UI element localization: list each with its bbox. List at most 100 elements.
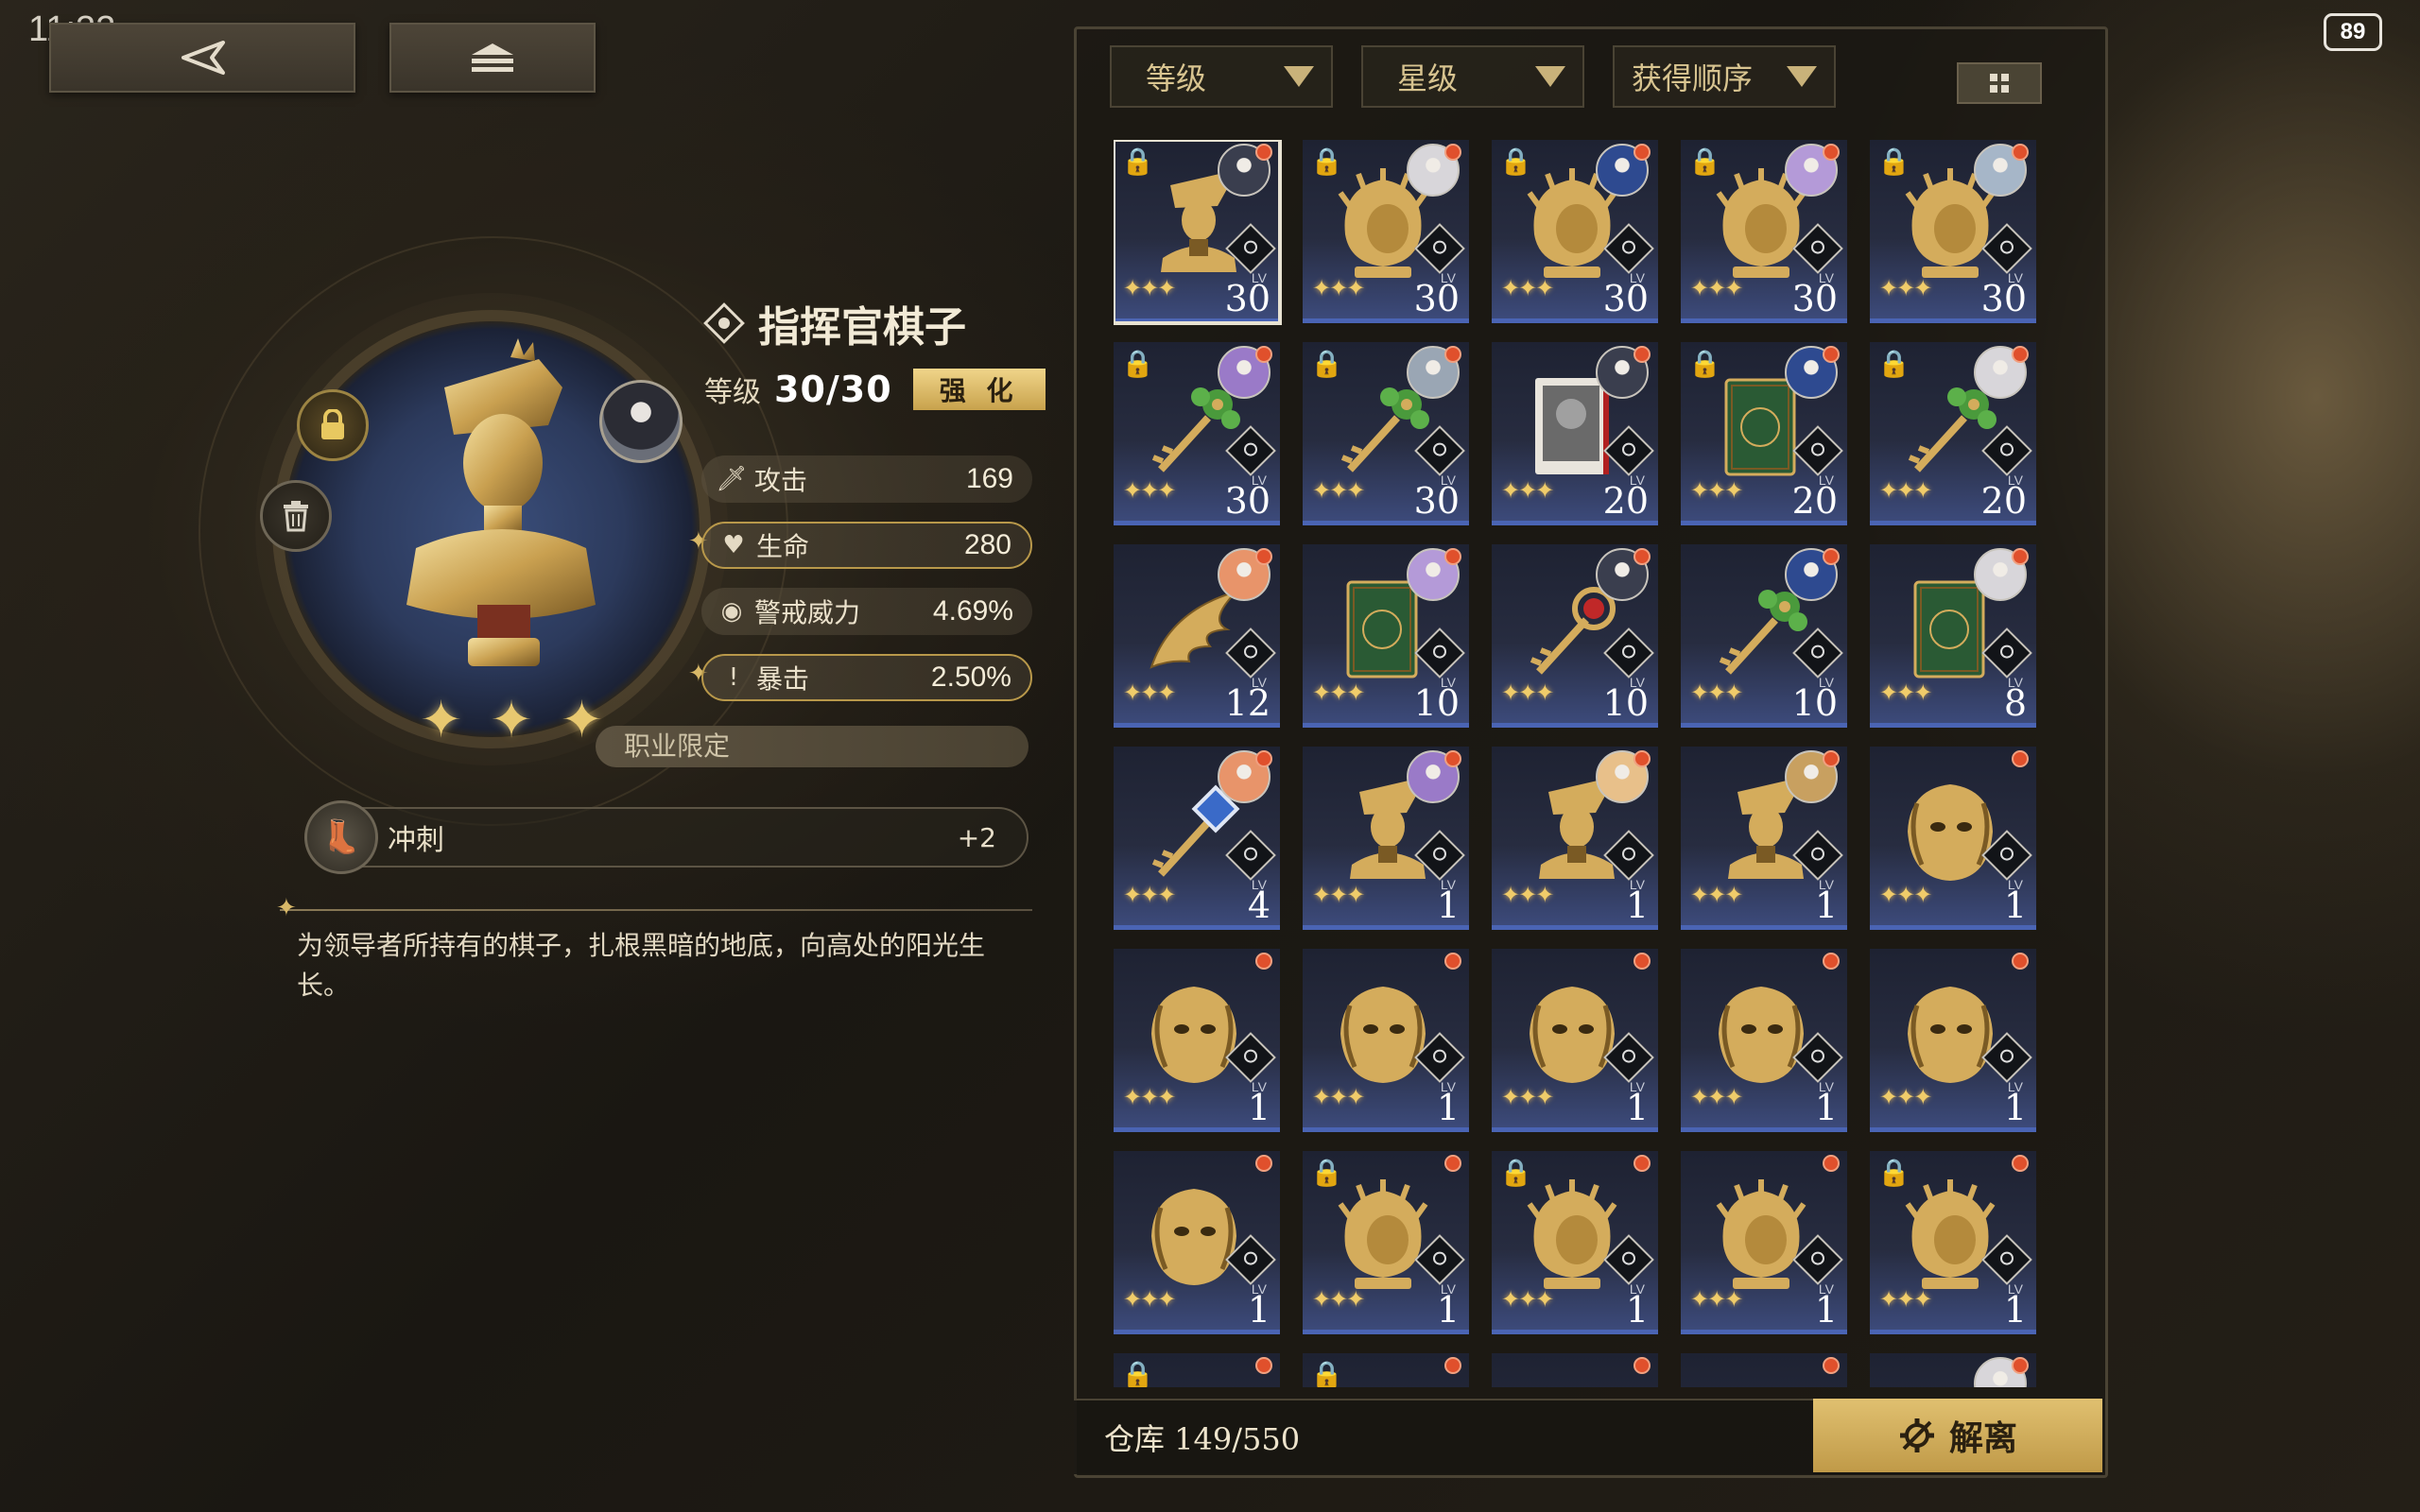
inventory-item-card[interactable] (1681, 1353, 1847, 1387)
lock-icon: 🔒 (1499, 1157, 1532, 1188)
inventory-item-card[interactable]: 🔒 LV ✦✦✦ 30 (1870, 140, 2036, 323)
inventory-item-card[interactable]: 🔒 LV ✦✦✦ 30 (1114, 342, 1280, 525)
item-level: 1 (1814, 1289, 1838, 1331)
inventory-item-card[interactable]: LV ✦✦✦ 1 (1492, 949, 1658, 1132)
star-rating: ✦✦✦ (1879, 477, 1932, 504)
item-description: 为领导者所持有的棋子，扎根黑暗的地底，向高处的阳光生长。 (297, 930, 986, 1001)
inventory-item-card[interactable]: 🔒 (1114, 1353, 1280, 1387)
star-rating: ✦✦✦ (1501, 882, 1554, 908)
inventory-item-card[interactable] (1492, 1353, 1658, 1387)
filter-order-dropdown[interactable]: 获得顺序 (1613, 45, 1836, 108)
inventory-item-card[interactable]: 🔒 LV ✦✦✦ 1 (1492, 1151, 1658, 1334)
item-level: 1 (1247, 1087, 1270, 1128)
filter-level-dropdown[interactable]: 等级 (1110, 45, 1333, 108)
star-rating: ✦✦✦ (1879, 1084, 1932, 1110)
new-indicator-dot (1444, 346, 1461, 363)
inventory-item-card[interactable] (1870, 1353, 2036, 1387)
inventory-item-card[interactable]: LV ✦✦✦ 10 (1681, 544, 1847, 728)
lock-toggle-button[interactable] (297, 389, 369, 461)
new-indicator-dot (1634, 1357, 1651, 1374)
inventory-item-card[interactable]: LV ✦✦✦ 1 (1114, 1151, 1280, 1334)
stat-label: 暴击 (756, 663, 810, 695)
inventory-item-card[interactable]: LV ✦✦✦ 20 (1492, 342, 1658, 525)
inventory-item-card[interactable]: LV ✦✦✦ 1 (1303, 747, 1469, 930)
new-indicator-dot (1634, 346, 1651, 363)
lock-icon: 🔒 (1310, 146, 1343, 177)
inventory-item-card[interactable]: LV ✦✦✦ 1 (1114, 949, 1280, 1132)
dismantle-button[interactable]: 解离 (1813, 1399, 2102, 1472)
sword-icon: 🗡 (716, 465, 748, 493)
back-button[interactable] (49, 23, 355, 93)
new-indicator-dot (1255, 750, 1272, 767)
exclaim-icon: ! (728, 663, 739, 692)
home-button[interactable] (389, 23, 596, 93)
item-art-mask (1520, 977, 1624, 1091)
inventory-item-card[interactable]: LV ✦✦✦ 1 (1681, 1151, 1847, 1334)
inventory-item-card[interactable]: 🔒 LV ✦✦✦ 20 (1681, 342, 1847, 525)
inventory-item-card[interactable]: 🔒 LV ✦✦✦ 1 (1870, 1151, 2036, 1334)
item-art-lion (1709, 1179, 1813, 1293)
new-indicator-dot (1255, 346, 1272, 363)
discard-button[interactable] (260, 480, 332, 552)
item-level: 20 (1791, 480, 1838, 522)
divider-star-icon: ✦ (276, 894, 297, 922)
inventory-item-card[interactable]: LV ✦✦✦ 1 (1870, 747, 2036, 930)
inventory-item-card[interactable]: 🔒 LV ✦✦✦ 30 (1303, 342, 1469, 525)
new-indicator-dot (2012, 750, 2029, 767)
inventory-item-card[interactable]: 🔒 LV ✦✦✦ 30 (1303, 140, 1469, 323)
enhance-button[interactable]: 强 化 (912, 369, 1046, 410)
filter-label: 星级 (1397, 60, 1459, 96)
inventory-item-card[interactable]: LV ✦✦✦ 1 (1681, 949, 1847, 1132)
stat-value: 2.50% (930, 662, 1011, 693)
item-level: 1 (1436, 1087, 1460, 1128)
class-limit-bar: 职业限定 (596, 726, 1028, 767)
new-indicator-dot (1634, 750, 1651, 767)
inventory-item-card[interactable]: LV ✦✦✦ 1 (1870, 949, 2036, 1132)
dismantle-gear-icon (1899, 1418, 1934, 1452)
star-rating: ✦✦✦ (1312, 275, 1365, 301)
item-level: 1 (1814, 885, 1838, 926)
item-level: 1 (1247, 1289, 1270, 1331)
inventory-item-card[interactable]: 🔒 (1303, 1353, 1469, 1387)
stat-label: 生命 (756, 531, 810, 562)
inventory-item-card[interactable]: 🔒 LV ✦✦✦ 30 (1114, 140, 1282, 325)
star-rating: ✦✦✦ (1690, 1084, 1743, 1110)
item-art-mask (1898, 775, 2002, 888)
inventory-item-card[interactable]: LV ✦✦✦ 10 (1303, 544, 1469, 728)
inventory-item-card[interactable]: 🔒 LV ✦✦✦ 20 (1870, 342, 2036, 525)
inventory-item-card[interactable]: LV ✦✦✦ 1 (1681, 747, 1847, 930)
item-level: 30 (1224, 480, 1270, 522)
star-rating: ✦✦✦ (1123, 1286, 1176, 1313)
item-level: 4 (1247, 885, 1270, 926)
equipped-character-avatar[interactable] (599, 380, 683, 463)
inventory-item-card[interactable]: LV ✦✦✦ 1 (1492, 747, 1658, 930)
grid-view-toggle[interactable] (1957, 62, 2042, 104)
star-rating: ✦✦✦ (1879, 1286, 1932, 1313)
star-rating: ✦✦✦ (1501, 275, 1554, 301)
inventory-item-card[interactable]: LV ✦✦✦ 12 (1114, 544, 1280, 728)
new-indicator-dot (1255, 953, 1272, 970)
lock-icon: 🔒 (1121, 1359, 1154, 1387)
new-indicator-dot (1823, 548, 1840, 565)
star-rating: ✦✦✦ (1312, 679, 1365, 706)
inventory-item-card[interactable]: 🔒 LV ✦✦✦ 30 (1681, 140, 1847, 323)
lock-icon: 🔒 (1877, 146, 1910, 177)
new-indicator-dot (1255, 1155, 1272, 1172)
item-art-mask (1331, 977, 1435, 1091)
skill-value: +2 (957, 821, 996, 853)
item-level: 10 (1413, 682, 1460, 724)
dropdown-triangle-icon (1284, 66, 1314, 87)
item-art-partial (1331, 1382, 1435, 1387)
new-indicator-dot (2012, 548, 2029, 565)
inventory-item-card[interactable]: LV ✦✦✦ 4 (1114, 747, 1280, 930)
inventory-item-card[interactable]: 🔒 LV ✦✦✦ 1 (1303, 1151, 1469, 1334)
inventory-item-card[interactable]: 🔒 LV ✦✦✦ 30 (1492, 140, 1658, 323)
filter-star-dropdown[interactable]: 星级 (1361, 45, 1584, 108)
new-indicator-dot (1444, 1155, 1461, 1172)
inventory-item-card[interactable]: LV ✦✦✦ 8 (1870, 544, 2036, 728)
class-diamond-icon (703, 302, 745, 344)
inventory-item-card[interactable]: LV ✦✦✦ 10 (1492, 544, 1658, 728)
skill-row[interactable]: 👢 冲刺 +2 (304, 800, 1028, 874)
star-rating: ✦✦✦ (1123, 477, 1176, 504)
inventory-item-card[interactable]: LV ✦✦✦ 1 (1303, 949, 1469, 1132)
